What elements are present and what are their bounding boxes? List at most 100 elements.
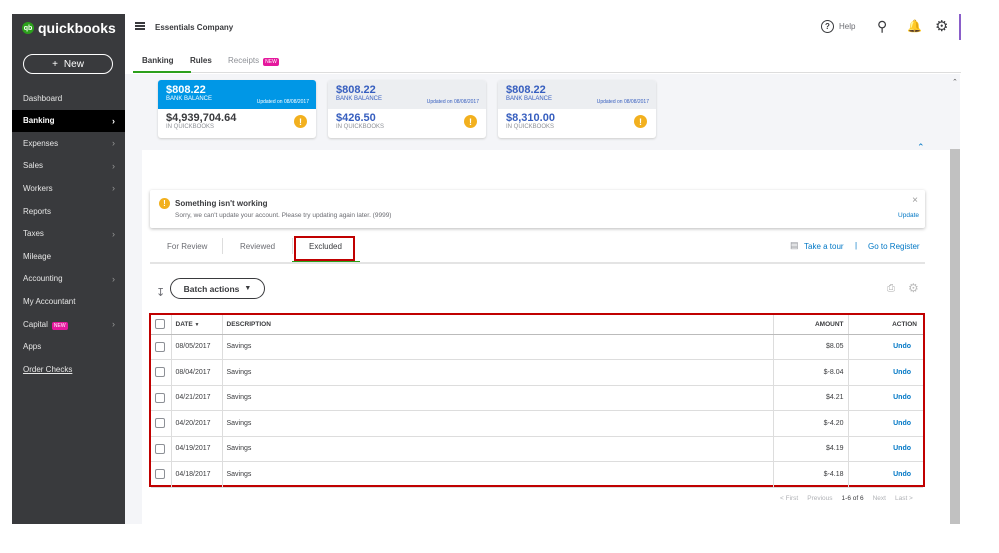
table-row[interactable]: 04/19/2017 Savings $4.19 Undo: [151, 436, 923, 462]
settings-icon[interactable]: ⚙: [908, 281, 919, 295]
bank-balance-section: $808.22 BANK BALANCE Updated on 08/08/2017: [498, 80, 656, 109]
first-page-link[interactable]: < First: [780, 495, 798, 502]
sidebar-item-label: Mileage: [23, 251, 52, 261]
row-amount: $4.19: [773, 436, 849, 462]
take-a-tour-link[interactable]: Take a tour: [804, 242, 844, 251]
bank-balance: $808.22: [336, 84, 376, 96]
tab-receipts[interactable]: Receipts NEW: [228, 56, 279, 66]
quickbooks-logo[interactable]: qb quickbooks: [22, 20, 116, 36]
bell-icon[interactable]: 🔔: [907, 19, 922, 33]
quickbooks-balance: $426.50: [336, 112, 376, 124]
new-button[interactable]: + New: [23, 54, 113, 74]
sidebar: qb quickbooks + New Dashboard Banking › Expen…: [12, 14, 125, 524]
undo-button[interactable]: Undo: [848, 461, 923, 488]
quickbooks-label: IN QUICKBOOKS: [166, 124, 215, 130]
help-button[interactable]: ? Help: [821, 20, 855, 33]
date-column-header[interactable]: DATE ▼: [171, 315, 223, 335]
chevron-right-icon: ›: [112, 319, 115, 329]
row-date: 08/04/2017: [171, 359, 223, 386]
previous-page-link[interactable]: Previous: [807, 495, 832, 502]
sidebar-item-taxes[interactable]: Taxes ›: [12, 223, 125, 245]
undo-button[interactable]: Undo: [848, 385, 923, 411]
sidebar-item-label: Dashboard: [23, 93, 63, 103]
sidebar-item-label: My Accountant: [23, 296, 76, 306]
row-description: Savings: [222, 410, 774, 437]
top-bar: Essentials Company ? Help ⚲ 🔔 ⚙: [125, 14, 960, 44]
sidebar-item-expenses[interactable]: Expenses ›: [12, 132, 125, 154]
scrollbar[interactable]: ⌃: [950, 74, 960, 524]
tab-for-review[interactable]: For Review: [167, 242, 207, 251]
row-amount: $-8.04: [773, 359, 849, 386]
row-checkbox[interactable]: [155, 392, 165, 403]
menu-icon[interactable]: [135, 22, 145, 30]
undo-button[interactable]: Undo: [848, 410, 923, 437]
qb-balance-section: $426.50 IN QUICKBOOKS!: [328, 109, 486, 133]
account-card[interactable]: $808.22 BANK BALANCE Updated on 08/08/2017…: [158, 80, 316, 138]
table-row[interactable]: 04/20/2017 Savings $-4.20 Undo: [151, 410, 923, 437]
warning-icon[interactable]: !: [464, 115, 477, 128]
action-column-header: ACTION: [848, 315, 923, 335]
row-checkbox[interactable]: [155, 443, 165, 454]
tab-reviewed[interactable]: Reviewed: [240, 242, 275, 251]
sidebar-item-capital[interactable]: Capital NEW ›: [12, 313, 125, 335]
table-row[interactable]: 04/18/2017 Savings $-4.18 Undo: [151, 461, 923, 488]
warning-icon: !: [159, 198, 170, 209]
scrollbar-thumb[interactable]: [950, 149, 960, 524]
undo-button[interactable]: Undo: [848, 436, 923, 462]
updated-date: Updated on 08/08/2017: [426, 99, 479, 105]
account-card[interactable]: $808.22 BANK BALANCE Updated on 08/08/2017…: [328, 80, 486, 138]
sidebar-item-dashboard[interactable]: Dashboard: [12, 87, 125, 109]
search-icon[interactable]: ⚲: [877, 18, 887, 35]
row-date: 04/19/2017: [171, 436, 223, 462]
undo-button[interactable]: Undo: [848, 334, 923, 360]
row-checkbox[interactable]: [155, 367, 165, 378]
batch-actions-button[interactable]: Batch actions ▼: [170, 278, 265, 299]
sidebar-item-apps[interactable]: Apps: [12, 336, 125, 358]
update-link[interactable]: Update: [898, 212, 919, 219]
table-row[interactable]: 08/05/2017 Savings $8.05 Undo: [151, 334, 923, 360]
gear-icon[interactable]: ⚙: [935, 17, 948, 35]
go-to-register-link[interactable]: Go to Register: [868, 242, 920, 251]
qb-balance-section: $4,939,704.64 IN QUICKBOOKS!: [158, 109, 316, 133]
sidebar-item-my-accountant[interactable]: My Accountant: [12, 290, 125, 312]
chevron-right-icon: ›: [112, 228, 115, 239]
account-card[interactable]: $808.22 BANK BALANCE Updated on 08/08/2017…: [498, 80, 656, 138]
select-all-checkbox[interactable]: [155, 319, 165, 330]
plus-icon: +: [52, 58, 58, 70]
sort-icon[interactable]: ↧: [156, 286, 165, 299]
chevron-right-icon: ›: [112, 115, 115, 126]
row-checkbox[interactable]: [155, 341, 165, 352]
sidebar-item-sales[interactable]: Sales ›: [12, 155, 125, 177]
error-alert: ! Something isn't working Sorry, we can'…: [150, 190, 925, 228]
tab-rules[interactable]: Rules: [190, 56, 212, 65]
sidebar-item-label: Banking: [23, 116, 55, 126]
sidebar-item-accounting[interactable]: Accounting ›: [12, 268, 125, 290]
row-checkbox[interactable]: [155, 469, 165, 480]
warning-icon[interactable]: !: [294, 115, 307, 128]
sidebar-item-banking[interactable]: Banking ›: [12, 109, 125, 132]
close-icon[interactable]: ×: [912, 195, 918, 206]
sidebar-item-workers[interactable]: Workers ›: [12, 177, 125, 199]
qb-logo-icon: qb: [22, 22, 34, 34]
row-checkbox[interactable]: [155, 418, 165, 429]
warning-icon[interactable]: !: [634, 115, 647, 128]
sidebar-item-label: Order Checks: [23, 364, 73, 374]
table-row[interactable]: 04/21/2017 Savings $4.21 Undo: [151, 385, 923, 411]
tour-icon: ▤: [790, 240, 799, 250]
tab-banking[interactable]: Banking: [142, 56, 174, 65]
sidebar-item-label: Apps: [23, 342, 42, 352]
tab-excluded-label: Excluded: [309, 242, 342, 251]
sidebar-item-mileage[interactable]: Mileage: [12, 245, 125, 267]
sidebar-item-reports[interactable]: Reports: [12, 200, 125, 222]
alert-title: Something isn't working: [175, 199, 268, 208]
sidebar-item-order-checks[interactable]: Order Checks: [12, 358, 125, 380]
divider: [292, 238, 293, 254]
next-page-link[interactable]: Next: [873, 495, 886, 502]
last-page-link[interactable]: Last >: [895, 495, 913, 502]
table-row[interactable]: 08/04/2017 Savings $-8.04 Undo: [151, 359, 923, 386]
scroll-up-icon[interactable]: ⌃: [952, 78, 958, 86]
divider: [191, 72, 961, 73]
help-icon: ?: [821, 20, 834, 33]
print-icon[interactable]: ⎙: [887, 283, 895, 294]
undo-button[interactable]: Undo: [848, 359, 923, 386]
